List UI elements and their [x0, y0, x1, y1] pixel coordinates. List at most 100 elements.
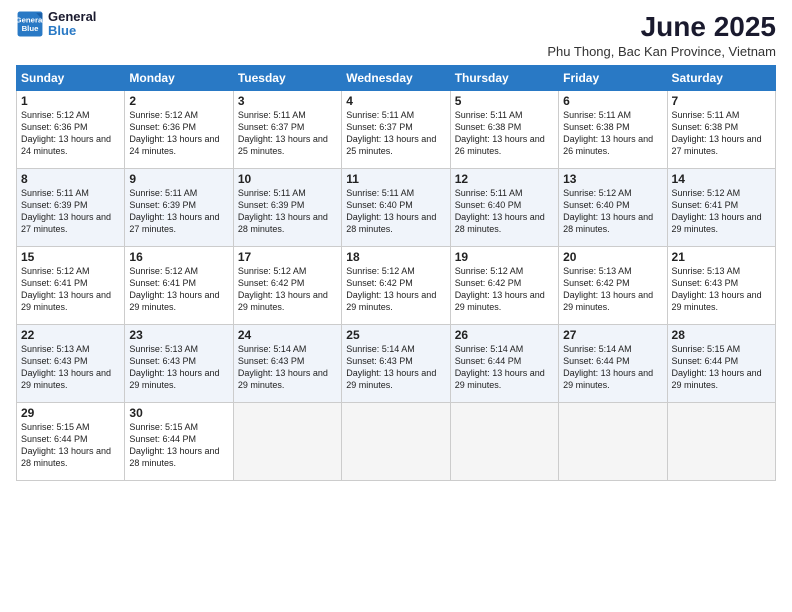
- cell-4-1: 30 Sunrise: 5:15 AMSunset: 6:44 PMDaylig…: [125, 402, 233, 480]
- week-row-2: 8 Sunrise: 5:11 AMSunset: 6:39 PMDayligh…: [17, 168, 776, 246]
- subtitle: Phu Thong, Bac Kan Province, Vietnam: [547, 44, 776, 59]
- day-number: 10: [238, 172, 337, 186]
- cell-4-6: [667, 402, 775, 480]
- cell-info: Sunrise: 5:15 AMSunset: 6:44 PMDaylight:…: [129, 422, 219, 468]
- cell-1-6: 14 Sunrise: 5:12 AMSunset: 6:41 PMDaylig…: [667, 168, 775, 246]
- cell-info: Sunrise: 5:13 AMSunset: 6:43 PMDaylight:…: [672, 266, 762, 312]
- cell-2-5: 20 Sunrise: 5:13 AMSunset: 6:42 PMDaylig…: [559, 246, 667, 324]
- cell-3-0: 22 Sunrise: 5:13 AMSunset: 6:43 PMDaylig…: [17, 324, 125, 402]
- day-number: 19: [455, 250, 554, 264]
- day-number: 26: [455, 328, 554, 342]
- cell-info: Sunrise: 5:11 AMSunset: 6:39 PMDaylight:…: [129, 188, 219, 234]
- cell-0-2: 3 Sunrise: 5:11 AMSunset: 6:37 PMDayligh…: [233, 90, 341, 168]
- cell-3-5: 27 Sunrise: 5:14 AMSunset: 6:44 PMDaylig…: [559, 324, 667, 402]
- day-number: 6: [563, 94, 662, 108]
- cell-3-6: 28 Sunrise: 5:15 AMSunset: 6:44 PMDaylig…: [667, 324, 775, 402]
- cell-4-4: [450, 402, 558, 480]
- header-saturday: Saturday: [667, 65, 775, 90]
- day-number: 1: [21, 94, 120, 108]
- day-number: 8: [21, 172, 120, 186]
- cell-info: Sunrise: 5:11 AMSunset: 6:39 PMDaylight:…: [21, 188, 111, 234]
- cell-info: Sunrise: 5:13 AMSunset: 6:43 PMDaylight:…: [129, 344, 219, 390]
- cell-info: Sunrise: 5:15 AMSunset: 6:44 PMDaylight:…: [21, 422, 111, 468]
- week-row-3: 15 Sunrise: 5:12 AMSunset: 6:41 PMDaylig…: [17, 246, 776, 324]
- cell-1-1: 9 Sunrise: 5:11 AMSunset: 6:39 PMDayligh…: [125, 168, 233, 246]
- cell-info: Sunrise: 5:14 AMSunset: 6:43 PMDaylight:…: [346, 344, 436, 390]
- cell-1-3: 11 Sunrise: 5:11 AMSunset: 6:40 PMDaylig…: [342, 168, 450, 246]
- cell-info: Sunrise: 5:12 AMSunset: 6:36 PMDaylight:…: [129, 110, 219, 156]
- header-monday: Monday: [125, 65, 233, 90]
- cell-info: Sunrise: 5:13 AMSunset: 6:43 PMDaylight:…: [21, 344, 111, 390]
- day-number: 20: [563, 250, 662, 264]
- header-friday: Friday: [559, 65, 667, 90]
- header-wednesday: Wednesday: [342, 65, 450, 90]
- cell-info: Sunrise: 5:12 AMSunset: 6:42 PMDaylight:…: [346, 266, 436, 312]
- cell-2-4: 19 Sunrise: 5:12 AMSunset: 6:42 PMDaylig…: [450, 246, 558, 324]
- day-number: 23: [129, 328, 228, 342]
- cell-2-1: 16 Sunrise: 5:12 AMSunset: 6:41 PMDaylig…: [125, 246, 233, 324]
- week-row-5: 29 Sunrise: 5:15 AMSunset: 6:44 PMDaylig…: [17, 402, 776, 480]
- header: General Blue General Blue June 2025 Phu …: [16, 10, 776, 59]
- cell-2-0: 15 Sunrise: 5:12 AMSunset: 6:41 PMDaylig…: [17, 246, 125, 324]
- cell-info: Sunrise: 5:11 AMSunset: 6:39 PMDaylight:…: [238, 188, 328, 234]
- cell-3-3: 25 Sunrise: 5:14 AMSunset: 6:43 PMDaylig…: [342, 324, 450, 402]
- day-number: 24: [238, 328, 337, 342]
- day-number: 2: [129, 94, 228, 108]
- cell-2-6: 21 Sunrise: 5:13 AMSunset: 6:43 PMDaylig…: [667, 246, 775, 324]
- cell-1-0: 8 Sunrise: 5:11 AMSunset: 6:39 PMDayligh…: [17, 168, 125, 246]
- cell-info: Sunrise: 5:14 AMSunset: 6:44 PMDaylight:…: [563, 344, 653, 390]
- week-row-1: 1 Sunrise: 5:12 AMSunset: 6:36 PMDayligh…: [17, 90, 776, 168]
- cell-0-5: 6 Sunrise: 5:11 AMSunset: 6:38 PMDayligh…: [559, 90, 667, 168]
- day-number: 7: [672, 94, 771, 108]
- cell-info: Sunrise: 5:12 AMSunset: 6:42 PMDaylight:…: [455, 266, 545, 312]
- cell-1-2: 10 Sunrise: 5:11 AMSunset: 6:39 PMDaylig…: [233, 168, 341, 246]
- day-number: 22: [21, 328, 120, 342]
- day-number: 15: [21, 250, 120, 264]
- week-row-4: 22 Sunrise: 5:13 AMSunset: 6:43 PMDaylig…: [17, 324, 776, 402]
- svg-text:Blue: Blue: [22, 24, 40, 33]
- day-number: 16: [129, 250, 228, 264]
- cell-info: Sunrise: 5:12 AMSunset: 6:41 PMDaylight:…: [129, 266, 219, 312]
- day-number: 27: [563, 328, 662, 342]
- header-thursday: Thursday: [450, 65, 558, 90]
- cell-info: Sunrise: 5:12 AMSunset: 6:41 PMDaylight:…: [672, 188, 762, 234]
- cell-3-1: 23 Sunrise: 5:13 AMSunset: 6:43 PMDaylig…: [125, 324, 233, 402]
- cell-0-0: 1 Sunrise: 5:12 AMSunset: 6:36 PMDayligh…: [17, 90, 125, 168]
- day-number: 14: [672, 172, 771, 186]
- cell-0-6: 7 Sunrise: 5:11 AMSunset: 6:38 PMDayligh…: [667, 90, 775, 168]
- calendar-header: Sunday Monday Tuesday Wednesday Thursday…: [17, 65, 776, 90]
- cell-4-2: [233, 402, 341, 480]
- cell-info: Sunrise: 5:14 AMSunset: 6:44 PMDaylight:…: [455, 344, 545, 390]
- cell-info: Sunrise: 5:13 AMSunset: 6:42 PMDaylight:…: [563, 266, 653, 312]
- header-sunday: Sunday: [17, 65, 125, 90]
- cell-4-3: [342, 402, 450, 480]
- cell-info: Sunrise: 5:11 AMSunset: 6:37 PMDaylight:…: [346, 110, 436, 156]
- day-number: 13: [563, 172, 662, 186]
- calendar-table: Sunday Monday Tuesday Wednesday Thursday…: [16, 65, 776, 481]
- header-tuesday: Tuesday: [233, 65, 341, 90]
- cell-info: Sunrise: 5:14 AMSunset: 6:43 PMDaylight:…: [238, 344, 328, 390]
- cell-info: Sunrise: 5:11 AMSunset: 6:40 PMDaylight:…: [455, 188, 545, 234]
- cell-info: Sunrise: 5:11 AMSunset: 6:38 PMDaylight:…: [563, 110, 653, 156]
- cell-info: Sunrise: 5:11 AMSunset: 6:38 PMDaylight:…: [455, 110, 545, 156]
- day-number: 21: [672, 250, 771, 264]
- cell-info: Sunrise: 5:12 AMSunset: 6:41 PMDaylight:…: [21, 266, 111, 312]
- cell-0-4: 5 Sunrise: 5:11 AMSunset: 6:38 PMDayligh…: [450, 90, 558, 168]
- day-number: 11: [346, 172, 445, 186]
- cell-0-1: 2 Sunrise: 5:12 AMSunset: 6:36 PMDayligh…: [125, 90, 233, 168]
- cell-info: Sunrise: 5:11 AMSunset: 6:38 PMDaylight:…: [672, 110, 762, 156]
- day-number: 3: [238, 94, 337, 108]
- calendar-body: 1 Sunrise: 5:12 AMSunset: 6:36 PMDayligh…: [17, 90, 776, 480]
- header-row: Sunday Monday Tuesday Wednesday Thursday…: [17, 65, 776, 90]
- day-number: 29: [21, 406, 120, 420]
- cell-4-0: 29 Sunrise: 5:15 AMSunset: 6:44 PMDaylig…: [17, 402, 125, 480]
- logo: General Blue General Blue: [16, 10, 96, 39]
- day-number: 30: [129, 406, 228, 420]
- day-number: 9: [129, 172, 228, 186]
- day-number: 28: [672, 328, 771, 342]
- cell-4-5: [559, 402, 667, 480]
- page: General Blue General Blue June 2025 Phu …: [0, 0, 792, 612]
- svg-text:General: General: [16, 16, 44, 25]
- title-block: June 2025 Phu Thong, Bac Kan Province, V…: [547, 10, 776, 59]
- cell-info: Sunrise: 5:12 AMSunset: 6:36 PMDaylight:…: [21, 110, 111, 156]
